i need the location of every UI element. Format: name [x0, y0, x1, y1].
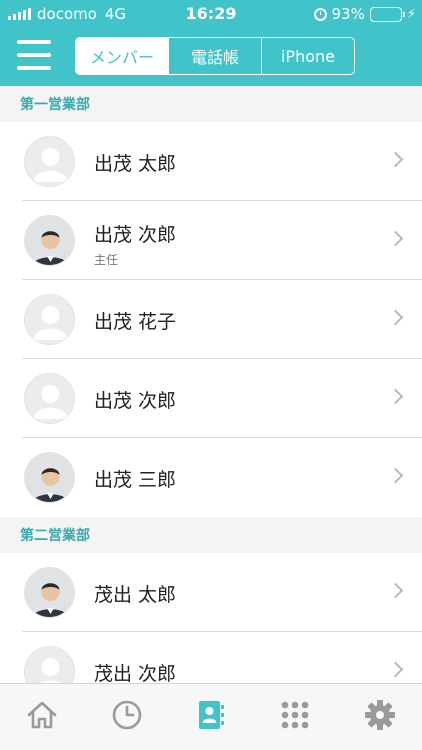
contacts-icon — [196, 699, 226, 735]
member-row[interactable]: 出茂 太郎 — [0, 122, 422, 201]
keypad-icon — [279, 699, 311, 735]
member-row[interactable]: 茂出 太郎 — [0, 553, 422, 632]
tab-contacts[interactable] — [169, 684, 253, 750]
placeholder-avatar-icon — [24, 646, 75, 683]
battery-icon — [369, 6, 405, 22]
member-name: 出茂 太郎 — [94, 153, 177, 175]
member-row[interactable]: 出茂 花子 — [0, 280, 422, 359]
member-name: 茂出 次郎 — [94, 663, 177, 683]
tab-home[interactable] — [0, 684, 84, 750]
charging-icon: ⚡ — [406, 6, 416, 22]
member-text: 出茂 次郎 — [94, 386, 372, 413]
placeholder-avatar-icon — [24, 294, 75, 345]
member-text: 出茂 太郎 — [94, 149, 372, 176]
member-name: 出茂 花子 — [94, 311, 177, 333]
tab-bar — [0, 683, 422, 750]
hamburger-icon[interactable] — [17, 40, 51, 70]
chevron-right-icon — [387, 230, 404, 247]
chevron-right-icon — [387, 582, 404, 599]
tab-members[interactable]: メンバー — [76, 38, 168, 74]
chevron-right-icon — [387, 661, 404, 678]
member-name: 出茂 三郎 — [94, 469, 177, 491]
chevron-right-icon — [387, 467, 404, 484]
member-name: 出茂 次郎 — [94, 390, 177, 412]
photo-avatar — [24, 567, 75, 618]
member-row[interactable]: 出茂 次郎 — [0, 359, 422, 438]
member-text: 茂出 太郎 — [94, 580, 372, 607]
status-bar: docomo 4G 16:29 93% ⚡ — [0, 0, 422, 28]
placeholder-avatar-icon — [24, 136, 75, 187]
member-text: 茂出 次郎 — [94, 659, 372, 683]
app-header: docomo 4G 16:29 93% ⚡ メンバー 電話帳 iPhone — [0, 0, 422, 86]
tab-gear[interactable] — [338, 684, 422, 750]
section-header: 第一営業部 — [0, 86, 422, 122]
home-icon — [26, 699, 58, 735]
chevron-right-icon — [387, 388, 404, 405]
tab-keypad[interactable] — [253, 684, 337, 750]
member-text: 出茂 花子 — [94, 307, 372, 334]
photo-avatar — [24, 452, 75, 503]
member-text: 出茂 次郎 主任 — [94, 220, 372, 268]
segmented-control: メンバー 電話帳 iPhone — [75, 37, 355, 75]
tab-clock[interactable] — [84, 684, 168, 750]
member-row[interactable]: 茂出 次郎 — [0, 632, 422, 683]
gear-icon — [364, 699, 396, 735]
tab-phonebook[interactable]: 電話帳 — [168, 38, 261, 74]
member-title: 主任 — [94, 253, 119, 267]
tab-iphone[interactable]: iPhone — [261, 38, 354, 74]
member-row[interactable]: 出茂 三郎 — [0, 438, 422, 517]
member-name: 茂出 太郎 — [94, 584, 177, 606]
chevron-right-icon — [387, 151, 404, 168]
alarm-icon — [313, 7, 327, 21]
battery-percent: 93% — [331, 5, 365, 23]
clock-icon — [111, 699, 143, 735]
photo-avatar — [24, 215, 75, 266]
placeholder-avatar-icon — [24, 373, 75, 424]
member-list[interactable]: 第一営業部 出茂 太郎 出茂 次郎 主任 出茂 花子 出茂 次郎 出茂 三郎 第二営業部 茂出 … — [0, 86, 422, 683]
chevron-right-icon — [387, 309, 404, 326]
section-header: 第二営業部 — [0, 517, 422, 553]
member-text: 出茂 三郎 — [94, 465, 372, 492]
member-row[interactable]: 出茂 次郎 主任 — [0, 201, 422, 280]
member-name: 出茂 次郎 — [94, 224, 177, 246]
